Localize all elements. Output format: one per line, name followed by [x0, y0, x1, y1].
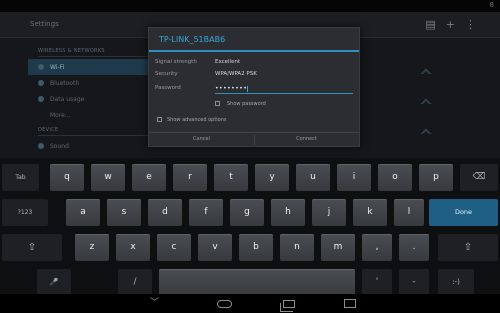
- slash-key[interactable]: /: [118, 269, 152, 296]
- recent-apps-icon[interactable]: [280, 300, 295, 312]
- signal-strength-label: Signal strength: [155, 59, 197, 65]
- status-time: 8: [489, 1, 494, 9]
- dialog-button-bar: Cancel Connect: [149, 132, 359, 146]
- key-e[interactable]: e: [132, 164, 166, 191]
- apostrophe-key[interactable]: ': [362, 269, 392, 296]
- key-g[interactable]: g: [230, 199, 264, 226]
- backspace-key[interactable]: ⌫: [460, 164, 498, 191]
- screenshot-icon[interactable]: [344, 299, 356, 308]
- signal-strength-value: Excellent: [215, 59, 241, 65]
- key-m[interactable]: m: [321, 234, 355, 261]
- key-v[interactable]: v: [198, 234, 232, 261]
- key-d[interactable]: d: [148, 199, 182, 226]
- settings-item-more[interactable]: More...: [28, 107, 148, 123]
- key-k[interactable]: k: [353, 199, 387, 226]
- space-key[interactable]: [159, 269, 355, 296]
- shift-key-right[interactable]: ⇧: [438, 234, 498, 261]
- connect-button[interactable]: Connect: [254, 136, 359, 142]
- shift-icon: ⇧: [463, 242, 473, 253]
- shift-key-left[interactable]: ⇧: [2, 234, 62, 261]
- sound-icon: [38, 143, 44, 149]
- settings-item-label: Wi-Fi: [50, 64, 65, 71]
- password-value: ••••••••: [215, 85, 248, 92]
- key-z[interactable]: z: [75, 234, 109, 261]
- microphone-icon: 🎤: [49, 278, 59, 286]
- wifi-connect-dialog: TP-LINK_51BAB6 Signal strength Excellent…: [148, 27, 360, 147]
- settings-item-label: Bluetooth: [50, 80, 80, 87]
- show-advanced-label: Show advanced options: [167, 117, 227, 123]
- done-key[interactable]: Done: [429, 199, 498, 226]
- home-icon[interactable]: [217, 300, 232, 308]
- key-l[interactable]: l: [394, 199, 424, 226]
- key-b[interactable]: b: [239, 234, 273, 261]
- add-network-icon[interactable]: +: [446, 18, 465, 31]
- key-x[interactable]: x: [116, 234, 150, 261]
- wifi-signal-list: [420, 68, 436, 160]
- security-label: Security: [155, 71, 178, 77]
- settings-item-label: More...: [50, 112, 71, 119]
- key-p[interactable]: p: [419, 164, 453, 191]
- scan-icon[interactable]: ▤: [425, 18, 445, 31]
- settings-item-sound[interactable]: Sound: [28, 138, 148, 154]
- key-h[interactable]: h: [271, 199, 305, 226]
- status-bar: 8: [0, 0, 500, 12]
- navigation-bar: ﹀: [0, 294, 500, 313]
- shift-icon: ⇧: [27, 242, 37, 253]
- key-s[interactable]: s: [107, 199, 141, 226]
- text-cursor: [247, 85, 249, 92]
- wifi-signal-icon[interactable]: [420, 128, 432, 140]
- settings-item-label: Sound: [50, 143, 69, 150]
- bluetooth-icon: [38, 80, 44, 86]
- cancel-button[interactable]: Cancel: [149, 136, 254, 142]
- key-n[interactable]: n: [280, 234, 314, 261]
- dash-key[interactable]: -: [399, 269, 429, 296]
- key-w[interactable]: w: [91, 164, 125, 191]
- symbols-key[interactable]: ?123: [2, 199, 48, 226]
- show-advanced-checkbox[interactable]: [157, 117, 162, 122]
- key-y[interactable]: y: [255, 164, 289, 191]
- key-q[interactable]: q: [50, 164, 84, 191]
- device-section-header: DEVICE: [38, 127, 148, 136]
- dialog-title: TP-LINK_51BAB6: [159, 35, 226, 44]
- settings-item-data-usage[interactable]: Data usage: [28, 91, 148, 107]
- overflow-menu-icon[interactable]: ⋮: [465, 18, 486, 31]
- wireless-section-header: WIRELESS & NETWORKS: [38, 48, 148, 57]
- title-divider: [149, 50, 359, 52]
- smiley-key[interactable]: :-): [438, 269, 474, 296]
- password-input[interactable]: ••••••••: [215, 85, 353, 94]
- wifi-icon: [38, 64, 44, 70]
- security-value: WPA/WPA2 PSK: [215, 71, 257, 77]
- action-bar-title: Settings: [30, 20, 59, 28]
- settings-item-wifi[interactable]: Wi-Fi: [28, 59, 148, 75]
- key-a[interactable]: a: [66, 199, 100, 226]
- settings-list: WIRELESS & NETWORKS Wi-Fi Bluetooth Data…: [28, 44, 148, 164]
- voice-input-key[interactable]: 🎤: [37, 269, 71, 296]
- key-c[interactable]: c: [157, 234, 191, 261]
- key-r[interactable]: r: [173, 164, 207, 191]
- data-usage-icon: [38, 96, 44, 102]
- password-label: Password: [155, 85, 181, 91]
- settings-item-label: Data usage: [50, 96, 85, 103]
- show-password-label: Show password: [227, 101, 266, 107]
- settings-item-bluetooth[interactable]: Bluetooth: [28, 75, 148, 91]
- back-icon[interactable]: ﹀: [150, 298, 159, 309]
- key-i[interactable]: i: [337, 164, 371, 191]
- wifi-signal-icon[interactable]: [420, 98, 432, 110]
- tab-key[interactable]: Tab: [2, 164, 39, 191]
- key-f[interactable]: f: [189, 199, 223, 226]
- key-j[interactable]: j: [312, 199, 346, 226]
- on-screen-keyboard: Tab q w e r t y u i o p ⌫ ?123 a s d f g…: [0, 158, 500, 296]
- show-password-checkbox[interactable]: [215, 101, 220, 106]
- key-t[interactable]: t: [214, 164, 248, 191]
- key-period[interactable]: .: [399, 234, 429, 261]
- key-u[interactable]: u: [296, 164, 330, 191]
- action-bar-icons: ▤+⋮: [425, 18, 486, 31]
- backspace-icon: ⌫: [472, 172, 486, 182]
- key-o[interactable]: o: [378, 164, 412, 191]
- wifi-signal-icon[interactable]: [420, 68, 432, 80]
- key-comma[interactable]: ,: [362, 234, 392, 261]
